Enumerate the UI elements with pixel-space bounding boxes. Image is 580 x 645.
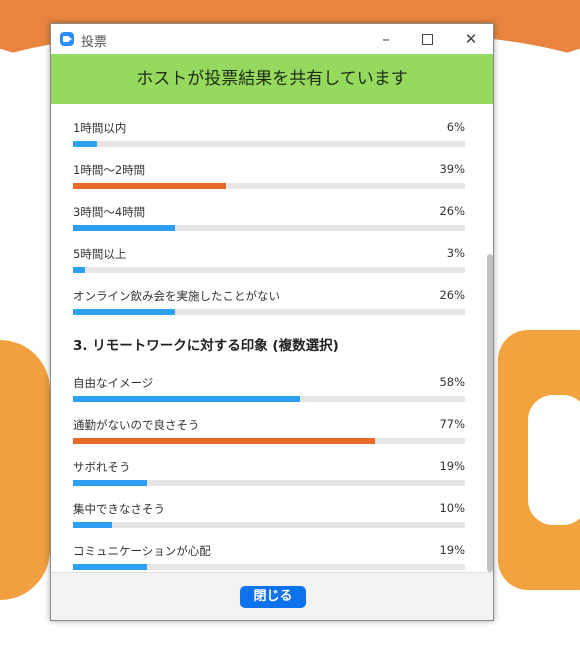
result-bar-track [73,309,465,315]
result-bar-track [73,396,465,402]
option-percent: 26% [439,288,465,302]
result-bar-fill [73,141,97,147]
result-bar-track [73,225,465,231]
option-percent: 26% [439,204,465,218]
poll-window: 投票 – ✕ ホストが投票結果を共有しています 1時間以内 6% 1時間～2時間 39… [50,23,494,621]
option-percent: 3% [447,246,465,260]
result-bar-fill [73,564,147,570]
option-label: 集中できなさそう [73,501,165,517]
question-3-title: 3. リモートワークに対する印象 (複数選択) [73,334,339,354]
option-percent: 58% [439,375,465,389]
poll-option: 1時間～2時間 39% [73,153,465,195]
result-bar-track [73,183,465,189]
zoom-app-icon [60,32,74,46]
background-orange-shape-left [0,340,50,600]
window-title: 投票 [81,31,107,50]
poll-option: オンライン飲み会を実施したことがない 26% [73,279,465,321]
scrollbar[interactable] [485,104,494,572]
result-bar-fill [73,183,226,189]
close-window-button[interactable]: ✕ [456,28,486,50]
option-percent: 19% [439,543,465,557]
option-label: コミュニケーションが心配 [73,543,211,559]
option-percent: 10% [439,501,465,515]
poll-option: 3時間～4時間 26% [73,195,465,237]
option-label: 1時間～2時間 [73,162,145,178]
option-label: 通勤がないので良さそう [73,417,200,433]
option-percent: 6% [447,120,465,134]
result-bar-track [73,522,465,528]
result-bar-fill [73,309,175,315]
result-bar-track [73,267,465,273]
poll-option: コミュニケーションが心配 19% [73,534,465,572]
result-bar-fill [73,396,300,402]
option-percent: 77% [439,417,465,431]
option-label: サボれそう [73,459,131,475]
option-label: 5時間以上 [73,246,126,262]
option-label: オンライン飲み会を実施したことがない [73,288,280,304]
result-bar-track [73,141,465,147]
share-banner: ホストが投票結果を共有しています [51,54,493,104]
option-percent: 39% [439,162,465,176]
maximize-icon [422,34,433,45]
option-label: 1時間以内 [73,120,126,136]
poll-option: 1時間以内 6% [73,111,465,153]
poll-option: 自由なイメージ 58% [73,366,465,408]
result-bar-fill [73,480,147,486]
poll-results[interactable]: 1時間以内 6% 1時間～2時間 39% 3時間～4時間 26% 5時間以上 3% オンライン飲… [51,104,493,572]
maximize-button[interactable] [412,28,442,50]
option-percent: 19% [439,459,465,473]
result-bar-track [73,480,465,486]
result-bar-fill [73,267,85,273]
minimize-button[interactable]: – [371,28,401,50]
poll-option: サボれそう 19% [73,450,465,492]
result-bar-fill [73,225,175,231]
result-bar-track [73,438,465,444]
poll-option: 通勤がないので良さそう 77% [73,408,465,450]
footer: 閉じる [51,572,493,621]
result-bar-fill [73,438,375,444]
poll-option: 5時間以上 3% [73,237,465,279]
poll-option: 集中できなさそう 10% [73,492,465,534]
result-bar-fill [73,522,112,528]
background-orange-shape-hole [528,395,580,525]
close-button[interactable]: 閉じる [240,586,306,608]
option-label: 自由なイメージ [73,375,153,391]
title-bar: 投票 – ✕ [51,24,493,54]
result-bar-track [73,564,465,570]
option-label: 3時間～4時間 [73,204,145,220]
scrollbar-thumb[interactable] [487,254,493,572]
